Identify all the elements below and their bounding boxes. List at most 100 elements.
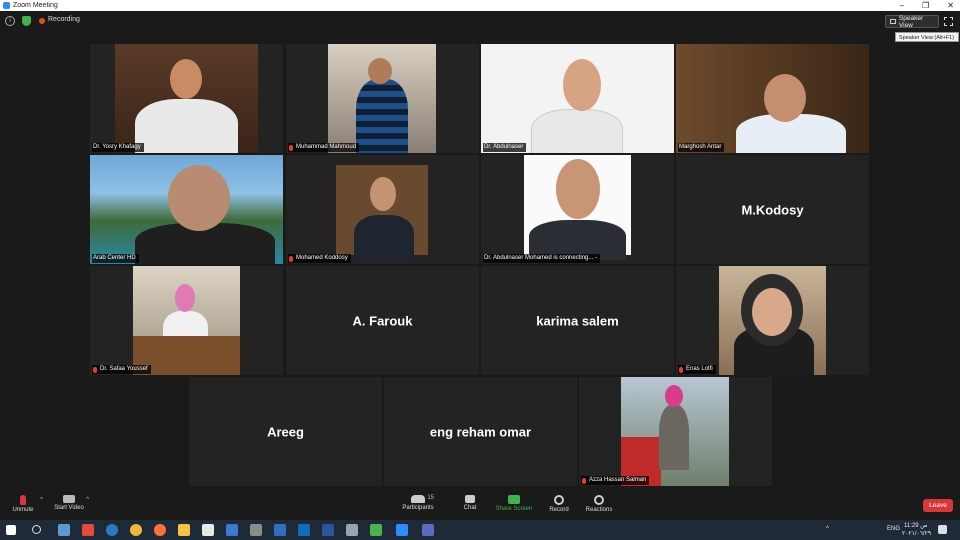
participants-icon: [411, 495, 425, 503]
app-icon[interactable]: [370, 524, 382, 536]
participant-display-name: eng reham omar: [429, 424, 532, 439]
video-tile-no-video[interactable]: eng reham omar: [384, 377, 577, 486]
video-tile[interactable]: Mohamed Koddosy: [286, 155, 479, 264]
participant-display-name: M.Kodosy: [741, 202, 804, 217]
video-tile[interactable]: Muhammad Mahmoud: [286, 44, 479, 153]
recording-label: Recording: [48, 16, 80, 23]
meeting-info-icon[interactable]: i: [5, 16, 15, 26]
participant-name-tag: Dr. Abdulnaser: [483, 143, 527, 152]
speaker-view-tooltip: Speaker View (Alt+F1): [895, 32, 959, 42]
participant-name-tag: Marghosh Antar: [678, 143, 725, 152]
leave-button[interactable]: Leave: [923, 499, 953, 512]
clock-date[interactable]: ٢٠٢١/٠٦/٢٩: [902, 530, 931, 537]
muted-mic-icon: [93, 366, 97, 373]
video-tile[interactable]: Enas Lotfi: [676, 266, 869, 375]
mail-icon[interactable]: [226, 524, 238, 536]
unmute-button[interactable]: Unmute ^: [1, 495, 45, 513]
encryption-shield-icon[interactable]: [22, 16, 31, 26]
record-icon: [554, 495, 564, 505]
muted-mic-icon: [289, 255, 293, 262]
language-indicator[interactable]: ENG: [887, 526, 900, 532]
restore-button[interactable]: ❐: [922, 0, 929, 11]
video-options-chevron-icon[interactable]: ^: [86, 497, 89, 503]
participant-name-tag: Dr. Abdulnaser Mohamed is connecting... …: [483, 254, 601, 263]
share-screen-button[interactable]: Share Screen: [492, 495, 536, 512]
fullscreen-icon[interactable]: [944, 17, 953, 26]
video-tile[interactable]: Dr. Yosry Khafagy: [90, 44, 283, 153]
chat-bubble-icon: [465, 495, 475, 503]
window-title: Zoom Meeting: [13, 2, 58, 9]
muted-mic-icon: [582, 477, 586, 484]
video-tile-no-video[interactable]: karima salem: [481, 266, 674, 375]
participant-video: [115, 44, 258, 153]
record-button[interactable]: Record: [537, 495, 581, 513]
video-tile-no-video[interactable]: M.Kodosy: [676, 155, 869, 264]
reactions-button[interactable]: Reactions: [577, 495, 621, 513]
smiley-icon: [594, 495, 604, 505]
chat-button[interactable]: Chat: [448, 495, 492, 511]
search-icon[interactable]: [32, 525, 41, 534]
app-icon[interactable]: [422, 524, 434, 536]
muted-microphone-icon: [20, 495, 26, 505]
video-tile-no-video[interactable]: Areeg: [189, 377, 382, 486]
participant-display-name: A. Farouk: [352, 313, 413, 328]
participant-name-tag: Dr. Safaa Youssef: [92, 365, 151, 374]
muted-mic-icon: [289, 144, 293, 151]
participant-display-name: Areeg: [267, 424, 304, 439]
video-off-icon: [63, 495, 75, 503]
meeting-controls-toolbar: Unmute ^ Start Video ^ Participants 15 C…: [0, 491, 960, 520]
share-screen-icon: [508, 495, 520, 504]
recording-indicator-icon: [39, 18, 45, 24]
participant-name-tag: Azza Hassan Salman: [581, 476, 650, 485]
video-tile[interactable]: Dr. Safaa Youssef: [90, 266, 283, 375]
participant-name-tag: Arab Center HD: [92, 254, 139, 263]
participants-button[interactable]: Participants 15: [396, 495, 440, 511]
outlook-icon[interactable]: [298, 524, 310, 536]
chrome-icon[interactable]: [130, 524, 142, 536]
minimize-button[interactable]: –: [900, 0, 904, 11]
zoom-app-icon: [3, 2, 10, 9]
audio-options-chevron-icon[interactable]: ^: [40, 497, 43, 503]
video-tile-active-speaker[interactable]: Arab Center HD: [90, 155, 283, 264]
app-icon[interactable]: [274, 524, 286, 536]
participants-count: 15: [427, 495, 434, 501]
participant-video: [719, 266, 826, 375]
notifications-icon[interactable]: [938, 525, 947, 534]
video-tile[interactable]: Marghosh Antar: [676, 44, 869, 153]
video-tile-no-video[interactable]: A. Farouk: [286, 266, 479, 375]
close-button[interactable]: ✕: [947, 0, 954, 11]
cloud-app-icon[interactable]: [58, 524, 70, 536]
speaker-view-button[interactable]: Speaker View: [885, 14, 939, 29]
tray-chevron-icon[interactable]: ^: [826, 526, 829, 532]
speaker-view-label: Speaker View: [898, 14, 924, 29]
participant-name-tag: Enas Lotfi: [678, 365, 716, 374]
participant-video: [621, 377, 729, 486]
tools-icon[interactable]: [346, 524, 358, 536]
participant-video: [336, 165, 428, 260]
participant-video: [133, 266, 240, 375]
pen-app-icon[interactable]: [250, 524, 262, 536]
window-titlebar: Zoom Meeting – ❐ ✕: [0, 0, 960, 11]
video-tile[interactable]: Azza Hassan Salman: [579, 377, 772, 486]
word-icon[interactable]: [322, 524, 334, 536]
grid-view-icon: [890, 19, 896, 24]
edge-icon[interactable]: [106, 524, 118, 536]
file-explorer-icon[interactable]: [178, 524, 190, 536]
start-video-button[interactable]: Start Video ^: [47, 495, 91, 511]
firefox-icon[interactable]: [154, 524, 166, 536]
store-icon[interactable]: [202, 524, 214, 536]
participant-display-name: karima salem: [536, 313, 619, 328]
clock-time[interactable]: 11:29 ص: [904, 522, 928, 529]
participant-video: [328, 44, 436, 153]
participant-name-tag: Mohamed Koddosy: [288, 254, 351, 263]
app-icon[interactable]: [82, 524, 94, 536]
participant-video: [481, 44, 674, 153]
zoom-taskbar-icon[interactable]: [396, 524, 408, 536]
muted-mic-icon: [679, 366, 683, 373]
windows-start-icon[interactable]: [6, 525, 16, 535]
video-tile[interactable]: Dr. Abdulnaser Mohamed is connecting... …: [481, 155, 674, 264]
windows-taskbar: ^ ENG 11:29 ص ٢٠٢١/٠٦/٢٩: [0, 520, 960, 540]
participant-name-tag: Dr. Yosry Khafagy: [92, 143, 144, 152]
participant-video: [676, 44, 869, 153]
video-tile[interactable]: Dr. Abdulnaser: [481, 44, 674, 153]
